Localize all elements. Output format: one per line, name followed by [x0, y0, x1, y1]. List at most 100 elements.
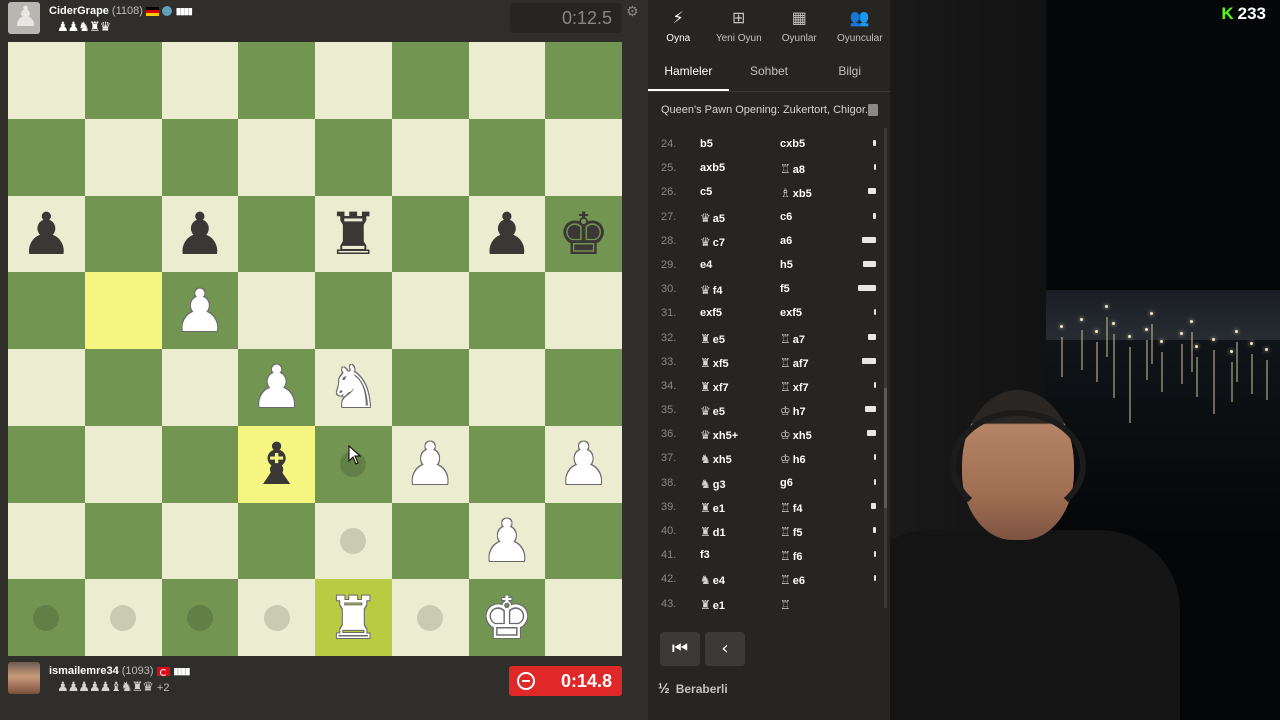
move-hint-dot[interactable] [417, 604, 444, 631]
black-move[interactable]: ♔ h6 [780, 452, 806, 466]
board-square[interactable] [391, 272, 469, 349]
black-move[interactable]: c6 [780, 211, 792, 223]
board-square[interactable] [161, 118, 239, 196]
tab-moves[interactable]: Hamleler [648, 52, 729, 91]
white-pawn-icon[interactable]: ♟ [162, 272, 239, 349]
board-square[interactable] [468, 272, 546, 349]
board-square[interactable] [161, 42, 239, 119]
move-hint-dot[interactable] [33, 604, 60, 631]
board-square[interactable] [84, 579, 162, 656]
white-move[interactable]: ♛ a5 [700, 211, 725, 225]
board-square[interactable]: ♚ [468, 579, 546, 656]
board-square[interactable] [8, 349, 85, 426]
board-square[interactable] [315, 118, 392, 196]
white-move[interactable]: ♜ e1 [700, 501, 725, 515]
board-square[interactable]: ♜ [315, 579, 392, 656]
board-square[interactable] [468, 349, 546, 426]
board-square[interactable] [391, 195, 469, 273]
black-move[interactable]: ♖ xf7 [780, 380, 809, 394]
opening-name[interactable]: Queen's Pawn Opening: Zukertort, Chigor.… [648, 98, 890, 124]
board-square[interactable]: ♞ [315, 349, 392, 426]
black-move[interactable]: h5 [780, 259, 793, 271]
board-square[interactable] [315, 42, 392, 119]
board-square[interactable] [161, 425, 239, 503]
white-pawn-icon[interactable]: ♟ [392, 426, 469, 503]
black-move[interactable]: ♔ xh5 [780, 428, 812, 442]
board-square[interactable]: ♟ [468, 195, 546, 273]
board-square[interactable] [84, 195, 162, 273]
white-move[interactable]: ♜ d1 [700, 525, 726, 539]
board-square[interactable] [84, 42, 162, 119]
black-bishop-icon[interactable]: ♝ [238, 426, 315, 503]
white-pawn-icon[interactable]: ♟ [545, 426, 622, 503]
nav-play[interactable]: ⚡ Oyna [648, 0, 709, 50]
nav-players[interactable]: 👥 Oyuncular [830, 0, 891, 50]
black-move[interactable]: a6 [780, 235, 792, 247]
black-move[interactable]: f5 [780, 283, 790, 295]
white-move[interactable]: ♛ f4 [700, 283, 723, 297]
board-square[interactable] [238, 195, 315, 273]
board-square[interactable] [238, 272, 315, 349]
white-move[interactable]: ♛ c7 [700, 235, 725, 249]
board-square[interactable] [545, 118, 622, 196]
black-move[interactable]: ♔ h7 [780, 404, 806, 418]
white-move[interactable]: c5 [700, 186, 712, 198]
white-move[interactable]: b5 [700, 138, 713, 150]
white-rook-icon[interactable]: ♜ [315, 579, 392, 656]
board-square[interactable]: ♟ [238, 349, 315, 426]
white-move[interactable]: ♞ xh5 [700, 452, 732, 466]
white-move[interactable]: ♛ xh5+ [700, 428, 738, 442]
white-move[interactable]: ♜ xf5 [700, 356, 729, 370]
board-square[interactable] [8, 272, 85, 349]
board-square[interactable] [84, 349, 162, 426]
black-pawn-icon[interactable]: ♟ [8, 196, 85, 273]
board-square[interactable] [545, 349, 622, 426]
board-square[interactable]: ♟ [8, 195, 85, 273]
white-move[interactable]: ♛ e5 [700, 404, 725, 418]
white-move[interactable]: ♜ xf7 [700, 380, 729, 394]
black-move[interactable]: ♗ xb5 [780, 186, 812, 200]
black-move[interactable]: ♖ a8 [780, 162, 805, 176]
player-name[interactable]: ismailemre34 [49, 665, 119, 677]
white-pawn-icon[interactable]: ♟ [469, 503, 546, 580]
board-square[interactable] [391, 502, 469, 580]
board-square[interactable] [545, 579, 622, 656]
board-square[interactable] [391, 118, 469, 196]
black-move[interactable]: cxb5 [780, 138, 805, 150]
black-move[interactable]: ♖ f6 [780, 549, 803, 563]
white-move[interactable]: f3 [700, 549, 710, 561]
board-square[interactable] [8, 118, 85, 196]
board-square[interactable] [238, 579, 315, 656]
white-king-icon[interactable]: ♚ [469, 579, 546, 656]
board-square[interactable] [238, 502, 315, 580]
board-square[interactable] [84, 425, 162, 503]
board-square[interactable]: ♟ [161, 272, 239, 349]
black-pawn-icon[interactable]: ♟ [162, 196, 239, 273]
board-square[interactable] [545, 272, 622, 349]
white-knight-icon[interactable]: ♞ [315, 349, 392, 426]
board-square[interactable] [161, 502, 239, 580]
move-list-scrollbar[interactable] [884, 128, 887, 608]
white-move[interactable]: axb5 [700, 162, 725, 174]
board-square[interactable] [468, 42, 546, 119]
board-square[interactable]: ♟ [545, 425, 622, 503]
board-square[interactable] [84, 118, 162, 196]
white-move[interactable]: ♞ e4 [700, 573, 725, 587]
white-move[interactable]: ♞ g3 [700, 477, 726, 491]
board-square[interactable]: ♜ [315, 195, 392, 273]
chess-board[interactable]: ♟ ♟ ♜ ♟ ♚ ♟ ♟ ♞ ♝ ♟ ♟ ♟ ♜ ♚ [8, 42, 622, 656]
board-square[interactable] [391, 579, 469, 656]
black-move[interactable]: ♖ a7 [780, 332, 805, 346]
white-move[interactable]: exf5 [700, 307, 722, 319]
white-move[interactable]: e4 [700, 259, 712, 271]
board-square[interactable] [545, 502, 622, 580]
white-move[interactable]: ♜ e5 [700, 332, 725, 346]
book-icon[interactable] [868, 104, 878, 116]
black-move[interactable]: ♖ [780, 598, 793, 612]
previous-move-button[interactable]: ‹ [705, 632, 745, 666]
board-square[interactable] [315, 272, 392, 349]
board-square[interactable]: ♝ [238, 425, 315, 503]
black-rook-icon[interactable]: ♜ [315, 196, 392, 273]
board-square[interactable] [545, 42, 622, 119]
board-square[interactable] [315, 502, 392, 580]
